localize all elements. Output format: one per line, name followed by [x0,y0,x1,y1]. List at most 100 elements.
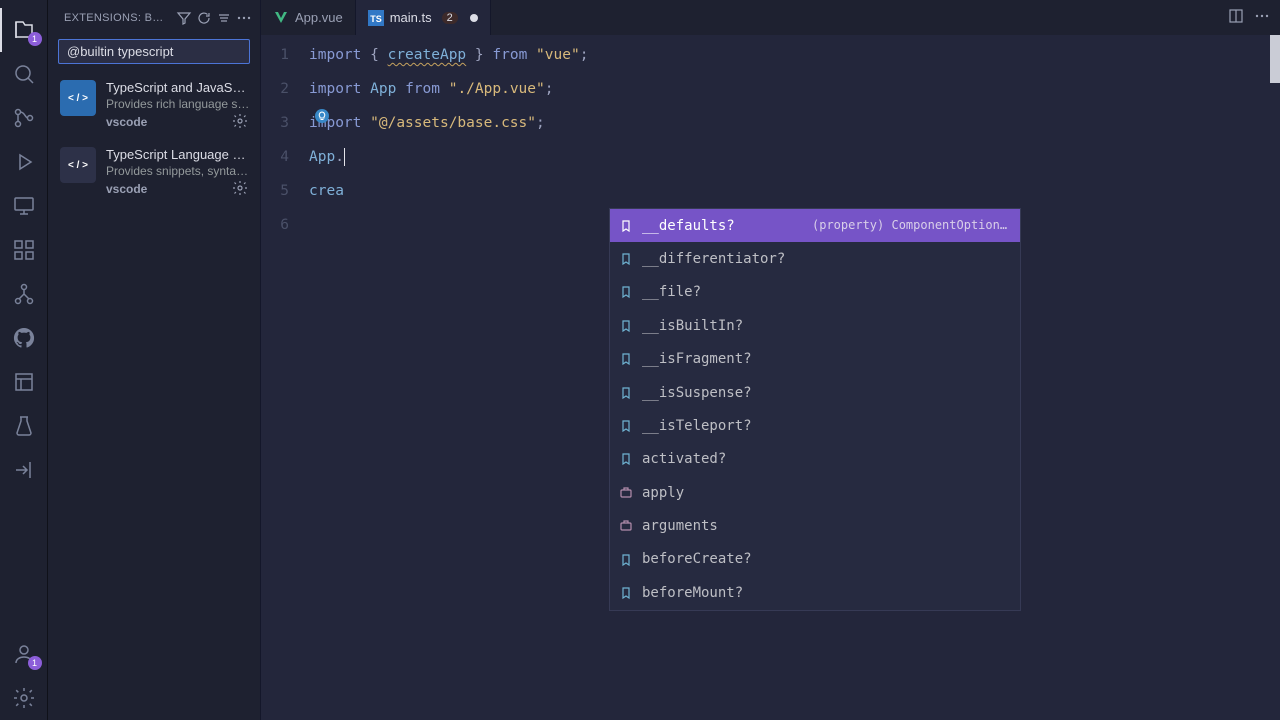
suggestion-label: __isTeleport? [642,416,1012,436]
method-icon [618,518,634,534]
prop-icon [618,418,634,434]
extension-name: TypeScript Language Bas… [106,147,250,162]
suggestion-item[interactable]: __isBuiltIn? [610,309,1020,342]
run-debug-icon[interactable] [0,140,48,184]
intellisense-popup: __defaults? (property) ComponentOptionsB… [609,208,1021,611]
suggestion-item[interactable]: __file? [610,276,1020,309]
split-editor-icon[interactable] [1228,8,1244,27]
suggestion-label: activated? [642,449,1012,469]
suggestion-item[interactable]: arguments [610,510,1020,543]
suggestion-item[interactable]: __isTeleport? [610,409,1020,442]
editor-tab[interactable]: App.vue [261,0,356,35]
activity-bar: 1 1 [0,0,48,720]
code-line[interactable]: 2import App from "./App.vue"; [261,75,1280,109]
prop-icon [618,284,634,300]
testing-icon[interactable] [0,404,48,448]
editor-area: App.vue TS main.ts 2 1import { createApp… [261,0,1280,720]
line-number: 6 [261,215,309,236]
vue-file-icon [273,10,289,26]
suggestion-item[interactable]: beforeCreate? [610,543,1020,576]
refresh-icon[interactable] [196,10,212,26]
manage-gear-icon[interactable] [232,180,250,198]
suggestion-label: __isSuspense? [642,383,1012,403]
suggestion-item[interactable]: __isFragment? [610,343,1020,376]
prop-icon [618,585,634,601]
code-line[interactable]: 5crea [261,177,1280,211]
suggestion-item[interactable]: beforeMount? [610,576,1020,609]
github-icon[interactable] [0,316,48,360]
code-editor[interactable]: 1import { createApp } from "vue";2import… [261,35,1280,720]
svg-text:TS: TS [370,14,382,24]
explorer-badge: 1 [28,32,42,46]
prop-icon [618,318,634,334]
sidebar-title: EXTENSIONS: B… [64,12,172,24]
prop-icon [618,251,634,267]
account-badge: 1 [28,656,42,670]
prop-icon [618,351,634,367]
suggestion-label: __file? [642,282,1012,302]
tab-bar: App.vue TS main.ts 2 [261,0,1280,35]
extension-icon: < / > [60,147,96,183]
more-icon[interactable] [236,10,252,26]
code-line[interactable]: 4App. [261,143,1280,177]
line-number: 3 [261,113,309,134]
live-share-icon[interactable] [0,448,48,492]
suggestion-item[interactable]: __differentiator? [610,242,1020,275]
extension-description: Provides snippets, syntax h… [106,164,250,178]
filter-icon[interactable] [176,10,192,26]
suggestion-label: apply [642,483,1012,503]
suggestion-item[interactable]: apply [610,476,1020,509]
tab-label: main.ts [390,10,432,25]
method-icon [618,485,634,501]
suggestion-label: beforeCreate? [642,549,1012,569]
suggestion-item[interactable]: __isSuspense? [610,376,1020,409]
extension-description: Provides rich language sup… [106,97,250,111]
suggestion-doc: (property) ComponentOptionsBase [812,217,1012,234]
extension-item[interactable]: < / > TypeScript Language Bas… Provides … [48,139,260,206]
settings-gear-icon[interactable] [0,676,48,720]
more-actions-icon[interactable] [1254,8,1270,27]
line-number: 4 [261,147,309,168]
suggestion-item[interactable]: activated? [610,443,1020,476]
tab-label: App.vue [295,10,343,25]
prop-icon [618,385,634,401]
extensions-list: < / > TypeScript and JavaScri… Provides … [48,72,260,206]
extensions-sidebar: EXTENSIONS: B… < / > TypeScript and Java… [48,0,261,720]
editor-tab[interactable]: TS main.ts 2 [356,0,491,35]
extension-name: TypeScript and JavaScri… [106,80,250,95]
explorer-icon[interactable]: 1 [0,8,48,52]
line-number: 2 [261,79,309,100]
editor-scrollbar[interactable] [1270,35,1280,83]
suggestion-label: arguments [642,516,1012,536]
suggestion-label: __defaults? [642,216,804,236]
remote-explorer-icon[interactable] [0,184,48,228]
code-line[interactable]: 1import { createApp } from "vue"; [261,41,1280,75]
extension-author: vscode [106,115,147,129]
dirty-indicator-icon [470,14,478,22]
account-icon[interactable]: 1 [0,632,48,676]
prop-icon [618,552,634,568]
extensions-icon[interactable] [0,228,48,272]
extension-author: vscode [106,182,147,196]
sidebar-header: EXTENSIONS: B… [48,0,260,35]
git-graph-icon[interactable] [0,272,48,316]
projects-icon[interactable] [0,360,48,404]
suggestion-item[interactable]: __defaults? (property) ComponentOptionsB… [610,209,1020,242]
prop-icon [618,218,634,234]
extension-icon: < / > [60,80,96,116]
tab-error-count: 2 [442,12,458,24]
extensions-search-input[interactable] [58,39,250,64]
suggestion-label: __differentiator? [642,249,1012,269]
suggestion-label: __isFragment? [642,349,1012,369]
manage-gear-icon[interactable] [232,113,250,131]
suggestion-label: __isBuiltIn? [642,316,1012,336]
line-number: 1 [261,45,309,66]
code-line[interactable]: 3import "@/assets/base.css"; [261,109,1280,143]
extension-item[interactable]: < / > TypeScript and JavaScri… Provides … [48,72,260,139]
lightbulb-icon[interactable] [315,109,329,123]
suggestion-label: beforeMount? [642,583,1012,603]
ts-file-icon: TS [368,10,384,26]
source-control-icon[interactable] [0,96,48,140]
search-icon[interactable] [0,52,48,96]
clear-icon[interactable] [216,10,232,26]
